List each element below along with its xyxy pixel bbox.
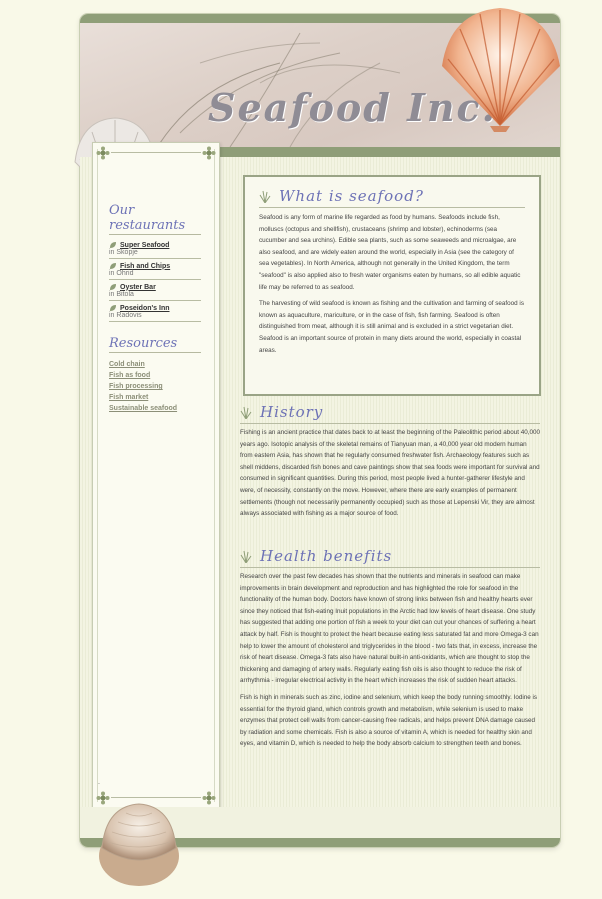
leaf-icon [110,242,116,248]
flower-ornament-icon [202,146,216,160]
grass-sprig-icon [240,550,252,563]
restaurant-name[interactable]: Poseidon's Inn [120,305,170,312]
leaf-icon [110,305,116,311]
section-paragraph: Research over the past few decades has s… [240,573,539,685]
restaurant-name[interactable]: Oyster Bar [120,284,156,291]
what-is-seafood-box: What is seafood? Seafood is any form of … [243,175,541,396]
section-heading: History [240,403,540,424]
restaurant-link[interactable]: Fish and Chips [109,262,201,270]
sidebar-top-rule [111,152,201,153]
restaurant-item: Poseidon's Inn in Radovis [109,301,201,322]
resources-block: Resources Cold chain Fish as food Fish p… [109,336,201,414]
restaurant-city: in Radovis [109,312,142,319]
restaurants-block: Our restaurants Super Seafood in Skopje … [109,203,201,322]
restaurant-link[interactable]: Oyster Bar [109,283,201,291]
section-paragraph: Fishing is an ancient practice that date… [240,429,541,518]
page-container: Seafood Inc. Our restaurants Super Seafo… [74,8,560,847]
restaurant-city: in Skopje [109,249,138,256]
section-title: Health benefits [260,547,393,565]
section-paragraph: Fish is high in minerals such as zinc, i… [240,693,538,748]
section-heading: Health benefits [240,547,540,568]
clam-shell-icon [99,803,179,886]
restaurant-name[interactable]: Super Seafood [120,242,169,249]
restaurant-item: Super Seafood in Skopje [109,238,201,259]
restaurant-link[interactable]: Super Seafood [109,241,201,249]
section-paragraph: Seafood is any form of marine life regar… [259,214,521,291]
section-paragraph: The harvesting of wild seafood is known … [259,300,524,354]
restaurant-link[interactable]: Poseidon's Inn [109,304,201,312]
resource-link[interactable]: Fish market [109,392,201,403]
section-heading: What is seafood? [259,187,525,208]
grass-sprig-icon [240,406,252,419]
history-section: History Fishing is an ancient practice t… [240,403,540,520]
section-title: What is seafood? [279,187,424,205]
restaurant-city: in Bitola [109,291,134,298]
resource-link[interactable]: Fish as food [109,370,201,381]
flower-ornament-icon [96,146,110,160]
leaf-icon [110,284,116,290]
health-benefits-section: Health benefits Research over the past f… [240,547,540,750]
restaurant-item: Oyster Bar in Bitola [109,280,201,301]
what-is-seafood-inner: What is seafood? Seafood is any form of … [245,177,539,356]
section-title: History [260,403,324,421]
resources-title: Resources [109,336,201,353]
restaurant-item: Fish and Chips in Ohrid [109,259,201,280]
leaf-icon [110,263,116,269]
restaurant-city: in Ohrid [109,270,134,277]
scallop-shell-icon [442,8,560,132]
sidebar: Our restaurants Super Seafood in Skopje … [92,142,220,809]
grass-sprig-icon [259,190,271,203]
resource-link[interactable]: Cold chain [109,359,201,370]
resource-link[interactable]: Fish processing [109,381,201,392]
sidebar-dot: . [98,779,100,786]
restaurants-title: Our restaurants [109,203,201,235]
resource-link[interactable]: Sustainable seafood [109,403,201,414]
flower-ornament-icon [202,791,216,805]
restaurant-name[interactable]: Fish and Chips [120,263,170,270]
